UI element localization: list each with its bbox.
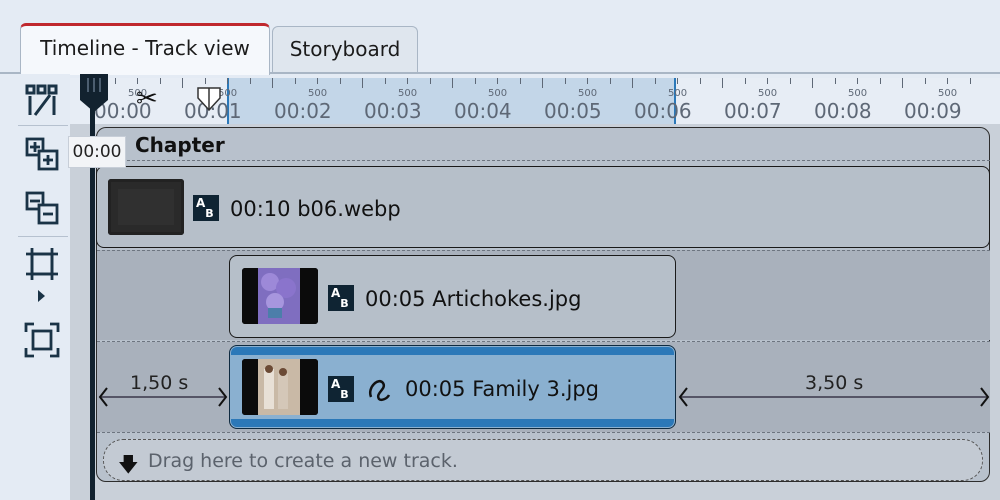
clip-thumbnail — [242, 268, 318, 324]
ruler-tick — [812, 78, 813, 88]
ruler-tick — [182, 78, 183, 88]
ruler-minor-tick — [204, 78, 206, 84]
ruler-minor-tick — [969, 78, 971, 84]
clip-label: 00:05 Family 3.jpg — [405, 377, 599, 401]
ruler-half-label: 500 — [398, 88, 418, 99]
ruler-time-label: 00:04 — [454, 99, 512, 123]
chapter-title: Chapter — [135, 133, 225, 157]
ruler-minor-tick — [159, 78, 161, 84]
ruler-minor-tick — [677, 78, 678, 84]
ruler-tick — [632, 78, 633, 88]
ruler-minor-tick — [317, 78, 318, 84]
ruler-minor-tick — [587, 78, 588, 84]
clip-label: 00:10 b06.webp — [230, 197, 401, 221]
ruler-minor-tick — [609, 78, 611, 84]
clip-thumbnail — [108, 179, 184, 235]
ruler-half-label: 500 — [938, 88, 958, 99]
track-divider — [97, 432, 990, 433]
ruler-time-label: 00:02 — [274, 99, 332, 123]
ruler-tick — [452, 78, 453, 88]
ruler-minor-tick — [834, 78, 836, 84]
ruler-minor-tick — [474, 78, 476, 84]
remove-track-icon[interactable] — [20, 186, 64, 230]
transition-icon — [365, 373, 395, 403]
ruler-time-label: 00:09 — [904, 99, 962, 123]
ruler-tick — [542, 78, 543, 88]
ruler-minor-tick — [924, 78, 926, 84]
ruler-minor-tick — [744, 78, 746, 84]
ruler-minor-tick — [227, 78, 228, 84]
ruler-tick — [722, 78, 723, 88]
ruler-half-label: 500 — [578, 88, 598, 99]
ruler-time-label: 00:05 — [544, 99, 602, 123]
toolbar-separator — [18, 236, 68, 237]
playhead-time-tooltip: 00:00 — [68, 136, 126, 168]
tab-storyboard[interactable]: Storyboard — [272, 26, 418, 72]
ruler-minor-tick — [654, 78, 656, 84]
ruler-tick — [902, 78, 903, 88]
ruler-minor-tick — [699, 78, 701, 84]
ruler-minor-tick — [564, 78, 566, 84]
ruler-minor-tick — [947, 78, 948, 84]
fit-all-icon[interactable] — [20, 318, 64, 362]
ruler-minor-tick — [429, 78, 431, 84]
down-arrow-icon: 🡇 — [118, 452, 139, 476]
ruler-minor-tick — [339, 78, 341, 84]
ruler-time-label: 00:06 — [634, 99, 692, 123]
track-tool-icon[interactable] — [20, 78, 64, 122]
ruler-time-label: 00:03 — [364, 99, 422, 123]
track-divider — [97, 250, 990, 251]
ruler-minor-tick — [767, 78, 768, 84]
gap-before-arrow[interactable] — [97, 385, 229, 409]
ruler-tick — [272, 78, 273, 88]
ruler-minor-tick — [497, 78, 498, 84]
ruler-minor-tick — [249, 78, 251, 84]
image-effect-icon: AB — [328, 285, 354, 311]
add-track-icon[interactable] — [20, 132, 64, 176]
track-divider — [97, 341, 990, 342]
selection-bar — [231, 419, 674, 427]
expand-icon[interactable] — [38, 290, 45, 302]
selection-bar — [231, 347, 674, 355]
ruler-minor-tick — [519, 78, 521, 84]
ruler-minor-tick — [879, 78, 881, 84]
ruler-time-label: 00:08 — [814, 99, 872, 123]
ruler-half-label: 500 — [758, 88, 778, 99]
ruler-minor-tick — [294, 78, 296, 84]
ruler-half-label: 500 — [488, 88, 508, 99]
toolbar-separator — [18, 125, 68, 126]
ruler-half-label: 500 — [848, 88, 868, 99]
clip-thumbnail — [242, 359, 318, 415]
image-effect-icon: AB — [193, 195, 219, 221]
ruler-minor-tick — [114, 78, 116, 84]
tab-timeline-track-view[interactable]: Timeline - Track view — [20, 23, 270, 75]
ruler-minor-tick — [384, 78, 386, 84]
scissors-icon[interactable]: ✂ — [136, 84, 158, 114]
ruler-half-label: 500 — [308, 88, 328, 99]
track-divider — [97, 160, 990, 161]
image-effect-icon: AB — [328, 376, 354, 402]
fit-width-icon[interactable] — [20, 242, 64, 286]
clip-label: 00:05 Artichokes.jpg — [365, 287, 582, 311]
marker-icon[interactable] — [196, 86, 222, 112]
ruler-half-label: 500 — [668, 88, 688, 99]
ruler-time-label: 00:07 — [724, 99, 782, 123]
gap-after-arrow[interactable] — [677, 385, 991, 409]
ruler-minor-tick — [857, 78, 858, 84]
ruler-tick — [362, 78, 363, 88]
ruler-minor-tick — [789, 78, 791, 84]
ruler-minor-tick — [407, 78, 408, 84]
new-track-hint: Drag here to create a new track. — [148, 450, 458, 472]
